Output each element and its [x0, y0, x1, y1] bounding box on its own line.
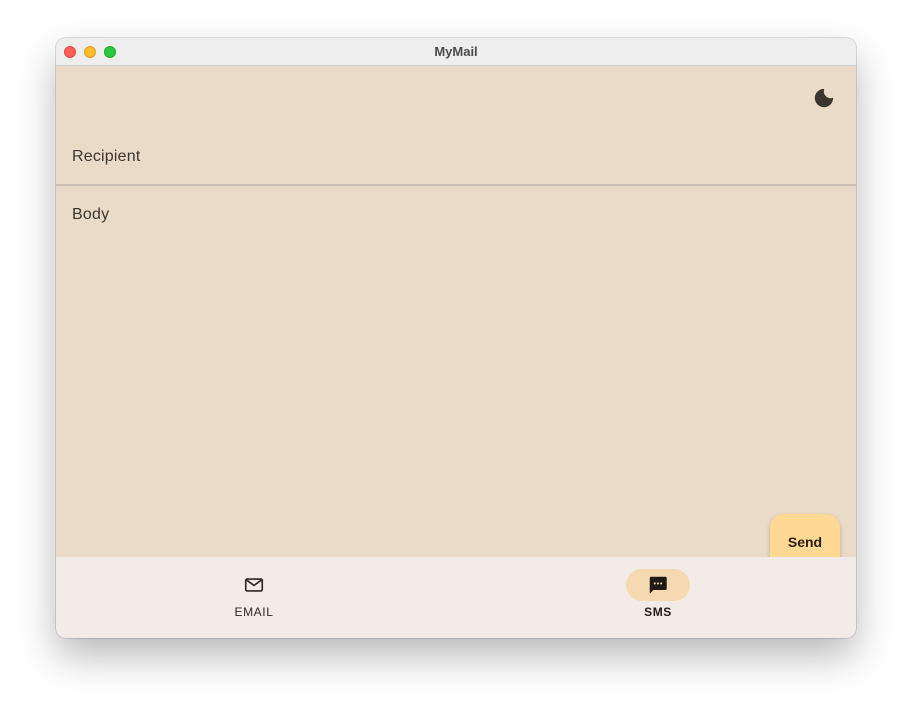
moon-icon: [814, 88, 834, 108]
nav-indicator-email: [222, 569, 286, 601]
title-bar[interactable]: MyMail: [56, 38, 856, 66]
window-title: MyMail: [434, 44, 478, 59]
body-placeholder: Body: [72, 206, 110, 223]
compose-area: Recipient Body Send: [56, 66, 856, 570]
nav-item-sms[interactable]: SMS: [608, 569, 708, 629]
mail-icon: [244, 578, 264, 592]
bottom-navigation: EMAIL SMS: [56, 557, 856, 638]
nav-indicator-sms: [626, 569, 690, 601]
nav-label-email: EMAIL: [234, 605, 274, 619]
chat-icon: [649, 576, 667, 594]
nav-label-sms: SMS: [644, 605, 672, 619]
app-window: MyMail Recipient Body Send EMAIL SMS: [56, 38, 856, 638]
theme-toggle-button[interactable]: [808, 82, 840, 114]
recipient-input[interactable]: Recipient: [56, 130, 856, 186]
body-input[interactable]: Body: [56, 186, 856, 557]
recipient-placeholder: Recipient: [72, 148, 141, 165]
nav-item-email[interactable]: EMAIL: [204, 569, 304, 629]
